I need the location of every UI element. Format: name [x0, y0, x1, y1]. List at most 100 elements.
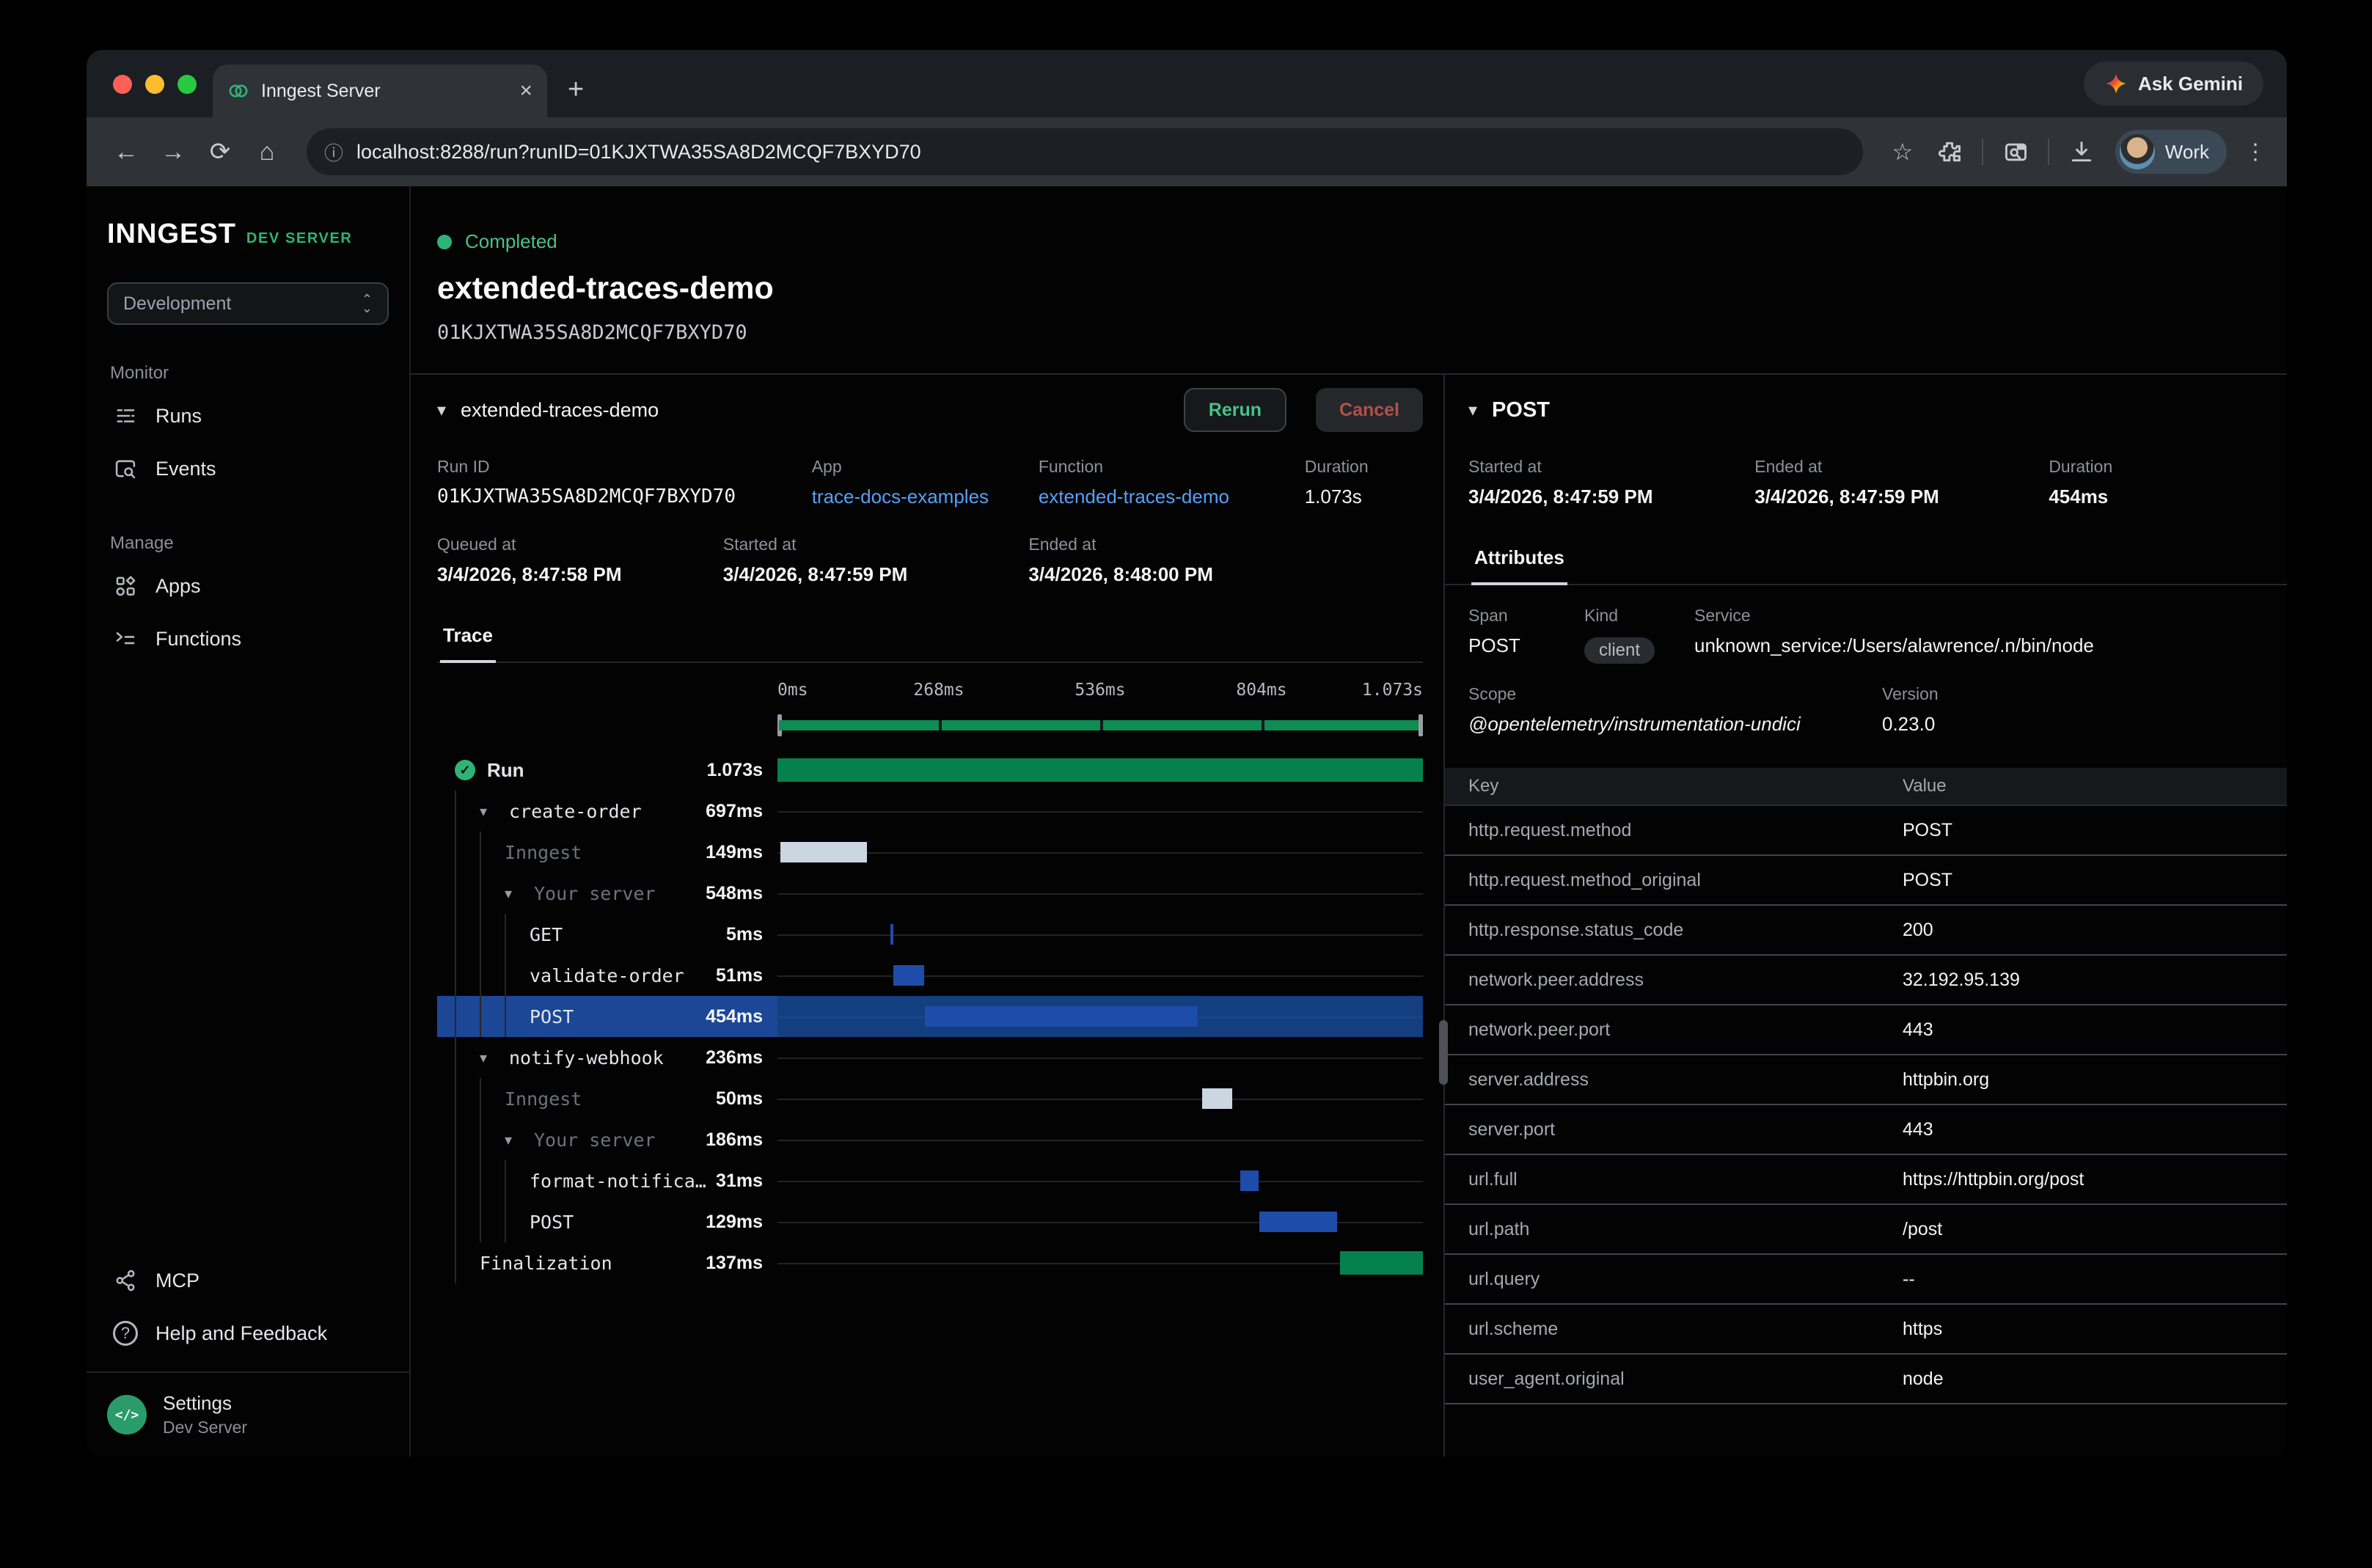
tab-attributes[interactable]: Attributes — [1471, 535, 1567, 585]
row-expand-chevron-icon[interactable]: ▾ — [505, 884, 525, 903]
attribute-row[interactable]: http.request.methodPOST — [1445, 806, 2287, 856]
home-icon[interactable]: ⌂ — [248, 138, 286, 166]
attribute-row[interactable]: url.path/post — [1445, 1205, 2287, 1255]
site-info-icon[interactable]: ⓘ — [324, 139, 343, 166]
close-window-button[interactable] — [113, 75, 132, 94]
gemini-sparkle-icon — [2104, 72, 2128, 95]
attribute-row[interactable]: url.fullhttps://httpbin.org/post — [1445, 1155, 2287, 1205]
key-column-header: Key — [1468, 776, 1903, 796]
environment-select[interactable]: Development ⌃⌄ — [107, 282, 389, 325]
settings-button[interactable]: </> Settings Dev Server — [87, 1371, 409, 1457]
trace-row[interactable]: ▾Your server548ms — [437, 873, 1423, 914]
trace-row[interactable]: validate-order51ms — [437, 955, 1423, 996]
span-bar[interactable] — [1340, 1251, 1423, 1275]
row-expand-chevron-icon[interactable]: ▾ — [480, 1049, 500, 1067]
ask-gemini-button[interactable]: Ask Gemini — [2084, 62, 2263, 106]
tree-guide-line — [455, 1160, 480, 1201]
span-collapse-chevron-icon[interactable]: ▾ — [1468, 400, 1477, 421]
dev-server-badge: DEV SERVER — [246, 230, 353, 247]
attribute-value: 443 — [1903, 1019, 2287, 1041]
span-bar[interactable] — [890, 924, 893, 945]
value-column-header: Value — [1903, 776, 2287, 796]
run-card-name: extended-traces-demo — [461, 399, 1169, 422]
trace-row[interactable]: GET5ms — [437, 914, 1423, 955]
attribute-row[interactable]: http.response.status_code200 — [1445, 906, 2287, 956]
sidebar-item-help[interactable]: ? Help and Feedback — [107, 1307, 389, 1360]
attribute-row[interactable]: network.peer.port443 — [1445, 1005, 2287, 1055]
span-bar[interactable] — [1240, 1170, 1259, 1191]
span-bar[interactable] — [893, 965, 924, 986]
attribute-row[interactable]: network.peer.address32.192.95.139 — [1445, 956, 2287, 1005]
scrollbar-thumb[interactable] — [1439, 1020, 1448, 1085]
started-at-label: Started at — [723, 535, 1029, 554]
attribute-value: 443 — [1903, 1119, 2287, 1140]
run-header: Completed extended-traces-demo 01KJXTWA3… — [411, 186, 2287, 373]
cancel-button[interactable]: Cancel — [1316, 388, 1423, 432]
ask-gemini-label: Ask Gemini — [2138, 73, 2243, 95]
attribute-key: url.full — [1468, 1169, 1903, 1190]
tab-trace[interactable]: Trace — [440, 612, 496, 663]
app-link[interactable]: trace-docs-examples — [812, 486, 1039, 508]
bookmark-star-icon[interactable]: ☆ — [1884, 138, 1922, 166]
span-bar[interactable] — [780, 842, 867, 862]
attribute-row[interactable]: url.schemehttps — [1445, 1305, 2287, 1355]
url-bar[interactable]: ⓘ localhost:8288/run?runID=01KJXTWA35SA8… — [307, 128, 1863, 175]
trace-row[interactable]: ▾notify-webhook236ms — [437, 1037, 1423, 1078]
timeline-minimap[interactable] — [777, 713, 1423, 738]
attribute-row[interactable]: server.port443 — [1445, 1105, 2287, 1155]
row-expand-chevron-icon[interactable]: ▾ — [505, 1131, 525, 1149]
rerun-button[interactable]: Rerun — [1184, 388, 1286, 432]
profile-button[interactable]: Work — [2115, 130, 2227, 174]
menu-kebab-icon[interactable]: ⋮ — [2244, 139, 2266, 165]
run-id-value: 01KJXTWA35SA8D2MCQF7BXYD70 — [437, 486, 812, 508]
trace-row[interactable]: Inngest50ms — [437, 1078, 1423, 1119]
sidebar-item-mcp[interactable]: MCP — [107, 1254, 389, 1307]
tab-close-icon[interactable]: × — [519, 80, 532, 102]
trace-row[interactable]: format-notifica…31ms — [437, 1160, 1423, 1201]
trace-row[interactable]: POST129ms — [437, 1201, 1423, 1242]
attribute-value: 32.192.95.139 — [1903, 970, 2287, 991]
sidebar-item-functions[interactable]: Functions — [107, 612, 389, 665]
download-icon[interactable] — [2062, 139, 2101, 165]
function-link[interactable]: extended-traces-demo — [1039, 486, 1305, 508]
sidebar-item-runs[interactable]: Runs — [107, 389, 389, 442]
trace-row[interactable]: POST454ms — [437, 996, 1423, 1037]
functions-icon — [113, 626, 138, 651]
span-bar[interactable] — [777, 758, 1423, 782]
sidebar-item-events[interactable]: Events — [107, 442, 389, 495]
profile-label: Work — [2165, 141, 2209, 164]
new-tab-button[interactable]: + — [568, 74, 584, 106]
axis-tick: 0ms — [777, 681, 808, 700]
attribute-row[interactable]: user_agent.originalnode — [1445, 1355, 2287, 1404]
tab-search-icon[interactable] — [1996, 139, 2035, 165]
attribute-row[interactable]: server.addresshttpbin.org — [1445, 1055, 2287, 1105]
row-track-line — [777, 1140, 1423, 1141]
trace-row[interactable]: ▾Your server186ms — [437, 1119, 1423, 1160]
span-bar[interactable] — [1259, 1212, 1337, 1232]
forward-icon[interactable]: → — [154, 138, 192, 166]
trace-row[interactable]: ✓Run1.073s — [437, 750, 1423, 791]
run-id: 01KJXTWA35SA8D2MCQF7BXYD70 — [437, 321, 2252, 344]
span-duration-label: 31ms — [716, 1170, 777, 1192]
events-icon — [113, 456, 138, 481]
tree-guide-line — [455, 914, 480, 955]
span-bar[interactable] — [1202, 1088, 1232, 1109]
span-name-label: Inngest — [505, 1088, 582, 1110]
maximize-window-button[interactable] — [177, 75, 197, 94]
browser-tab[interactable]: Inngest Server × — [213, 65, 547, 117]
traffic-lights — [113, 75, 197, 94]
row-expand-chevron-icon[interactable]: ▾ — [480, 802, 500, 821]
back-icon[interactable]: ← — [107, 138, 145, 166]
reload-icon[interactable]: ⟳ — [201, 137, 239, 166]
attribute-row[interactable]: http.request.method_originalPOST — [1445, 856, 2287, 906]
minimap-right-handle[interactable] — [1419, 714, 1423, 736]
attribute-row[interactable]: url.query-- — [1445, 1255, 2287, 1305]
trace-row[interactable]: ▾create-order697ms — [437, 791, 1423, 832]
trace-row[interactable]: Inngest149ms — [437, 832, 1423, 873]
collapse-chevron-icon[interactable]: ▾ — [437, 400, 446, 421]
trace-row[interactable]: Finalization137ms — [437, 1242, 1423, 1283]
extensions-icon[interactable] — [1930, 139, 1969, 165]
sidebar-item-apps[interactable]: Apps — [107, 560, 389, 612]
minimize-window-button[interactable] — [145, 75, 164, 94]
span-bar[interactable] — [925, 1006, 1198, 1027]
